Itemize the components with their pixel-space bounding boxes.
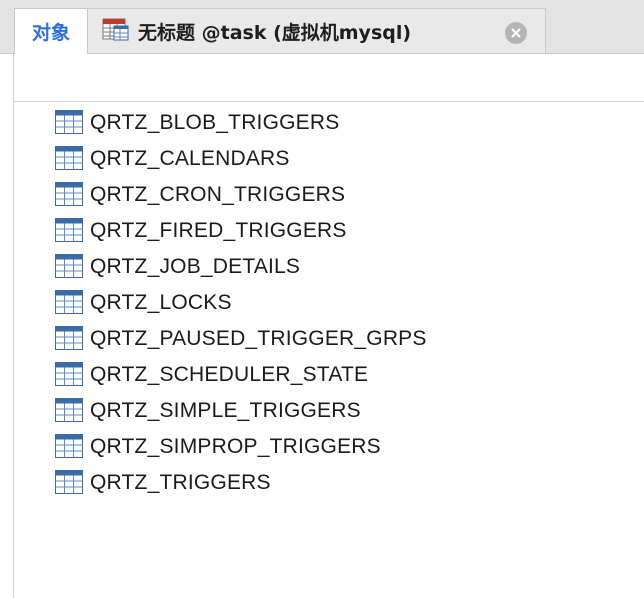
table-icon: [55, 146, 83, 174]
tab-objects[interactable]: 对象: [14, 8, 88, 54]
table-row[interactable]: QRTZ_LOCKS: [14, 284, 644, 320]
tab-untitled-query[interactable]: 无标题 @task (虚拟机mysql): [88, 8, 546, 54]
table-row[interactable]: QRTZ_CRON_TRIGGERS: [14, 176, 644, 212]
table-icon: [55, 182, 83, 210]
table-row[interactable]: QRTZ_CALENDARS: [14, 140, 644, 176]
table-name: QRTZ_FIRED_TRIGGERS: [90, 219, 347, 242]
table-row[interactable]: QRTZ_SIMPROP_TRIGGERS: [14, 428, 644, 464]
table-list: QRTZ_BLOB_TRIGGERS QRTZ_CALENDARS QRTZ_C…: [14, 104, 644, 500]
table-icon: [55, 218, 83, 246]
table-icon: [55, 398, 83, 426]
table-row[interactable]: QRTZ_SIMPLE_TRIGGERS: [14, 392, 644, 428]
table-icon: [55, 254, 83, 282]
table-name: QRTZ_JOB_DETAILS: [90, 255, 301, 278]
table-name: QRTZ_LOCKS: [90, 291, 232, 314]
close-icon[interactable]: [505, 22, 527, 44]
query-table-icon: [102, 16, 130, 46]
tab-bar-empty-area: [546, 8, 644, 54]
objects-toolbar: [14, 54, 644, 102]
table-row[interactable]: QRTZ_TRIGGERS: [14, 464, 644, 500]
table-row[interactable]: QRTZ_JOB_DETAILS: [14, 248, 644, 284]
table-icon: [55, 326, 83, 354]
table-name: QRTZ_CALENDARS: [90, 147, 290, 170]
table-row[interactable]: QRTZ_SCHEDULER_STATE: [14, 356, 644, 392]
table-name: QRTZ_SIMPROP_TRIGGERS: [90, 435, 381, 458]
table-name: QRTZ_SIMPLE_TRIGGERS: [90, 399, 361, 422]
table-row[interactable]: QRTZ_PAUSED_TRIGGER_GRPS: [14, 320, 644, 356]
table-row[interactable]: QRTZ_FIRED_TRIGGERS: [14, 212, 644, 248]
table-icon: [55, 290, 83, 318]
table-name: QRTZ_TRIGGERS: [90, 471, 271, 494]
table-name: QRTZ_BLOB_TRIGGERS: [90, 111, 340, 134]
table-icon: [55, 434, 83, 462]
tab-bar: 对象 无标题 @task (虚拟机mysql): [0, 0, 644, 54]
navicat-window: 对象 无标题 @task (虚拟机mysql) QRTZ_BLOB_TRIGGE…: [0, 0, 644, 598]
table-icon: [55, 110, 83, 138]
table-icon: [55, 470, 83, 498]
table-name: QRTZ_CRON_TRIGGERS: [90, 183, 346, 206]
table-name: QRTZ_SCHEDULER_STATE: [90, 363, 369, 386]
tab-objects-label: 对象: [31, 22, 70, 44]
table-icon: [55, 362, 83, 390]
table-name: QRTZ_PAUSED_TRIGGER_GRPS: [90, 327, 427, 350]
tab-untitled-query-label: 无标题 @task (虚拟机mysql): [138, 21, 412, 44]
table-row[interactable]: QRTZ_BLOB_TRIGGERS: [14, 104, 644, 140]
